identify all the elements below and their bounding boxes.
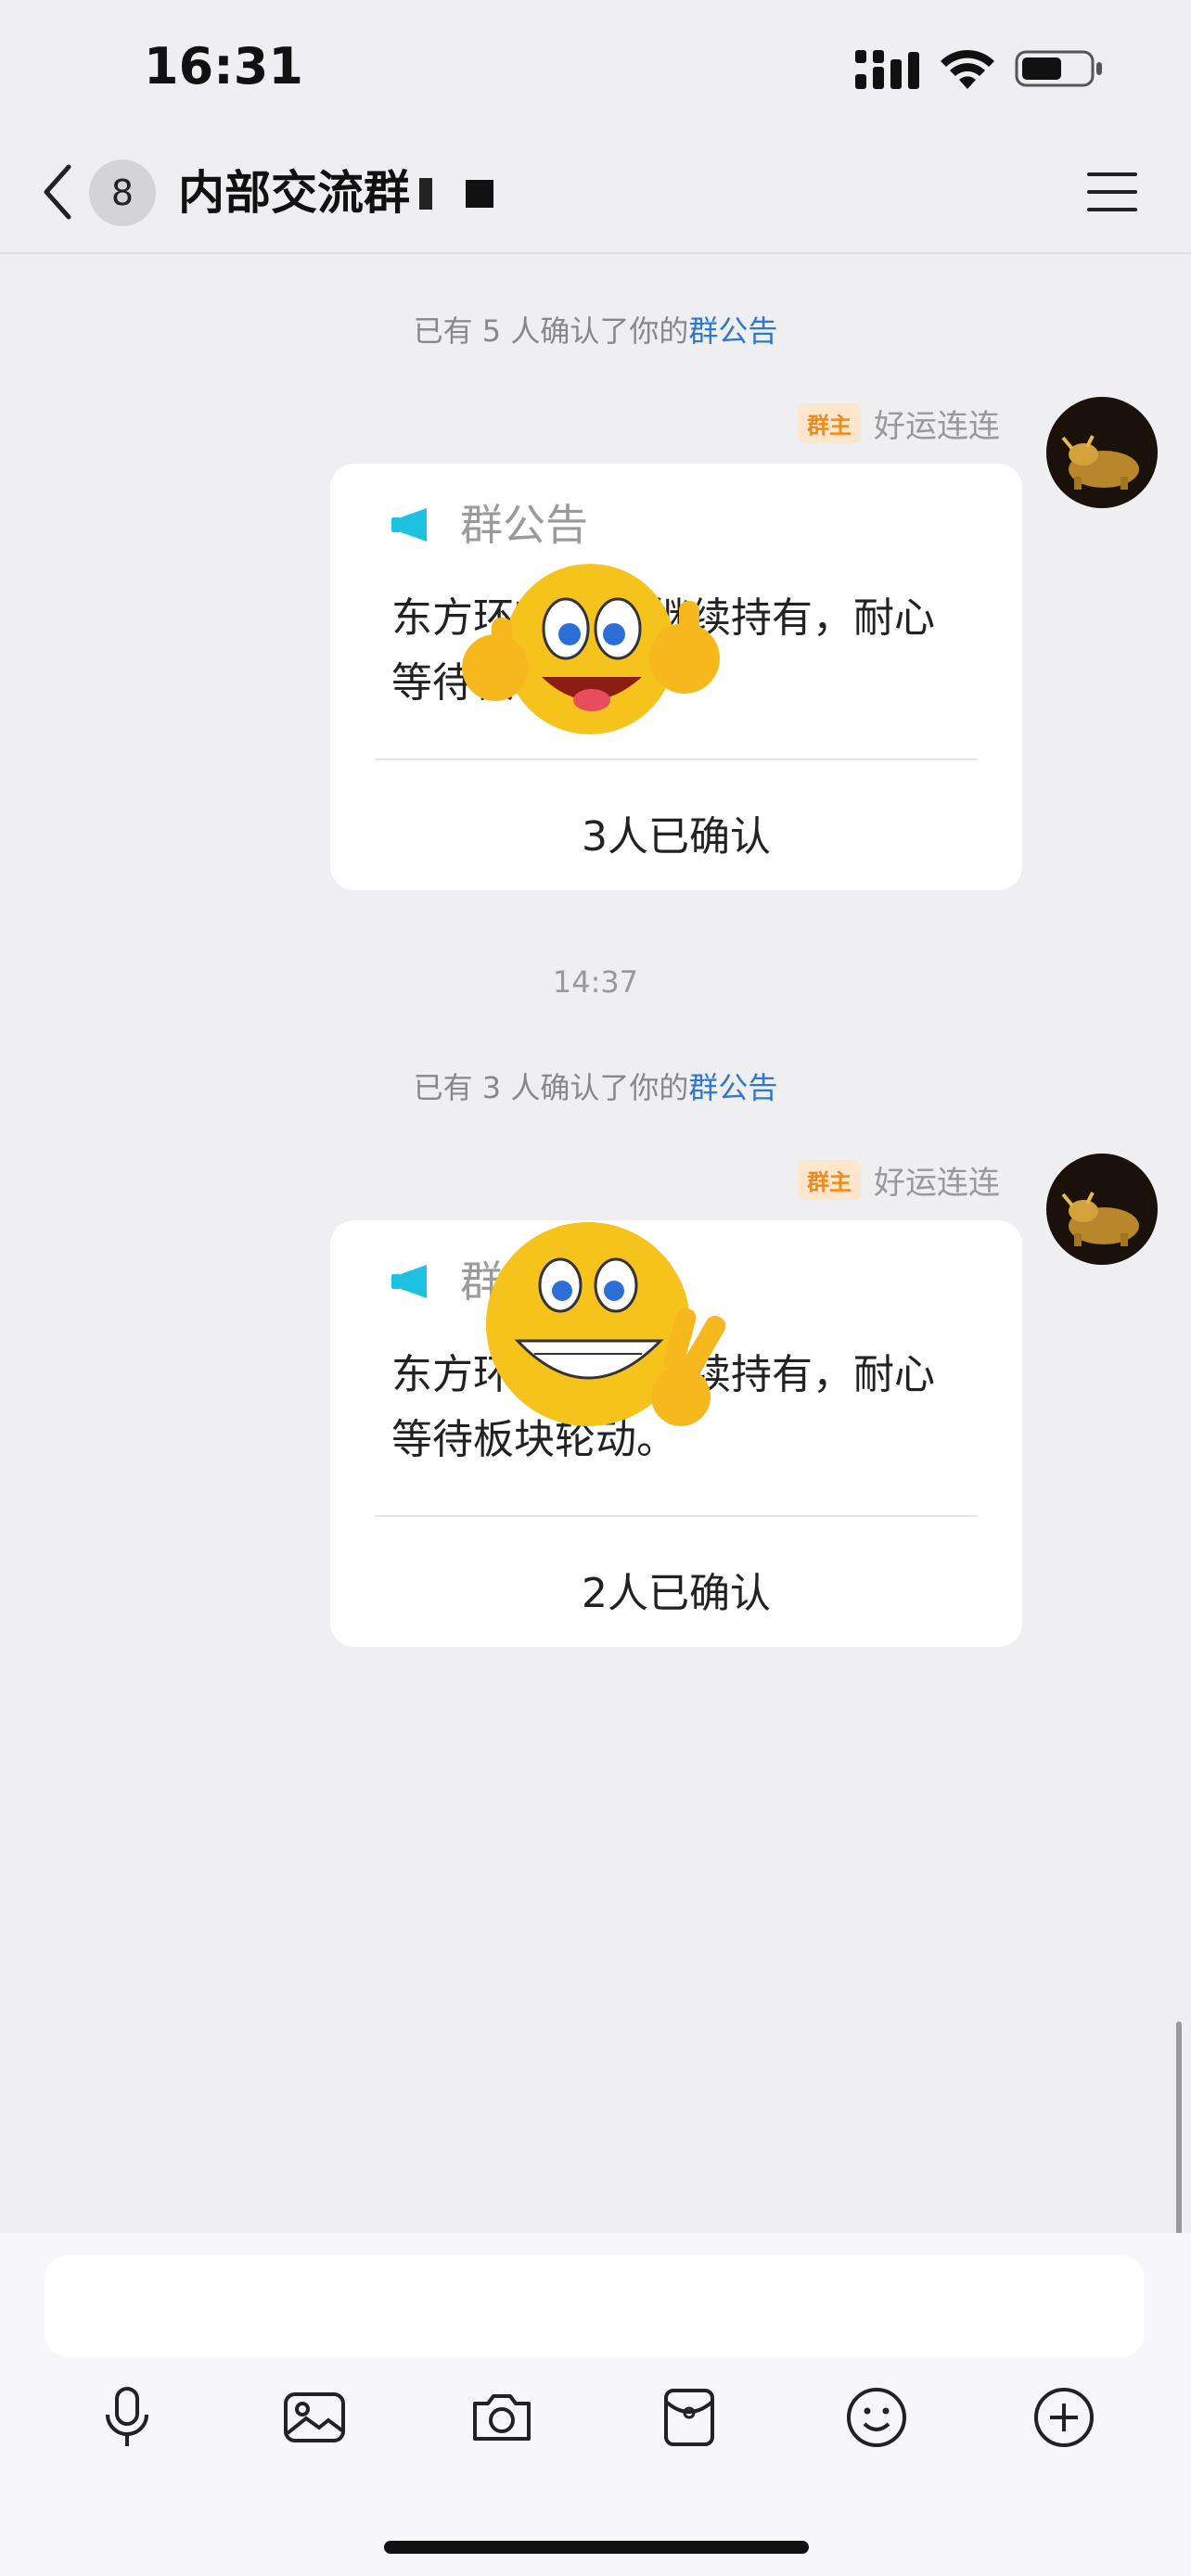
sender-row: 群主 好运连连	[798, 401, 1000, 446]
message-input[interactable]	[45, 2255, 1145, 2357]
timestamp: 14:37	[552, 964, 639, 1000]
plus-icon[interactable]	[1031, 2385, 1096, 2450]
unread-count-badge[interactable]: 8	[89, 159, 156, 226]
title-redaction-block	[466, 180, 493, 208]
wifi-icon	[941, 49, 994, 89]
microphone-icon[interactable]	[95, 2385, 160, 2450]
sender-row: 群主 好运连连	[798, 1157, 1000, 1203]
camera-icon[interactable]	[469, 2385, 534, 2450]
sender-name[interactable]: 好运连连	[874, 401, 1000, 446]
owner-badge: 群主	[798, 403, 861, 443]
system-notice: 已有 3 人确认了你的群公告	[413, 1070, 778, 1105]
red-packet-icon[interactable]	[657, 2385, 722, 2450]
thumbs-up-emoji-sticker-icon	[462, 564, 720, 734]
avatar[interactable]	[1046, 1154, 1158, 1265]
menu-icon[interactable]	[1085, 169, 1139, 215]
golden-bull-avatar-icon	[1046, 397, 1158, 508]
avatar[interactable]	[1046, 397, 1158, 508]
scrollbar[interactable]	[1176, 2021, 1182, 2235]
megaphone-icon	[391, 508, 427, 542]
emoji-icon[interactable]	[844, 2385, 909, 2450]
confirmation-count[interactable]: 3人已确认	[330, 803, 1022, 862]
announcement-link[interactable]: 群公告	[688, 1070, 777, 1105]
battery-icon	[1015, 50, 1102, 87]
announcement-link[interactable]: 群公告	[688, 313, 777, 349]
title-redaction-mark	[419, 178, 432, 210]
cellular-signal-icon	[855, 50, 919, 89]
back-chevron-icon[interactable]	[37, 159, 78, 224]
megaphone-icon	[391, 1265, 427, 1298]
sender-name[interactable]: 好运连连	[874, 1157, 1000, 1203]
status-time: 16:31	[144, 37, 303, 96]
victory-grin-emoji-sticker-icon	[486, 1222, 726, 1426]
owner-badge: 群主	[798, 1160, 861, 1200]
system-notice: 已有 5 人确认了你的群公告	[413, 313, 778, 349]
home-indicator	[384, 2541, 809, 2554]
card-divider	[375, 1515, 978, 1517]
image-icon[interactable]	[282, 2385, 347, 2450]
chat-title[interactable]: 内部交流群	[178, 159, 410, 226]
confirmation-count[interactable]: 2人已确认	[330, 1560, 1022, 1619]
golden-bull-avatar-icon	[1046, 1154, 1158, 1265]
